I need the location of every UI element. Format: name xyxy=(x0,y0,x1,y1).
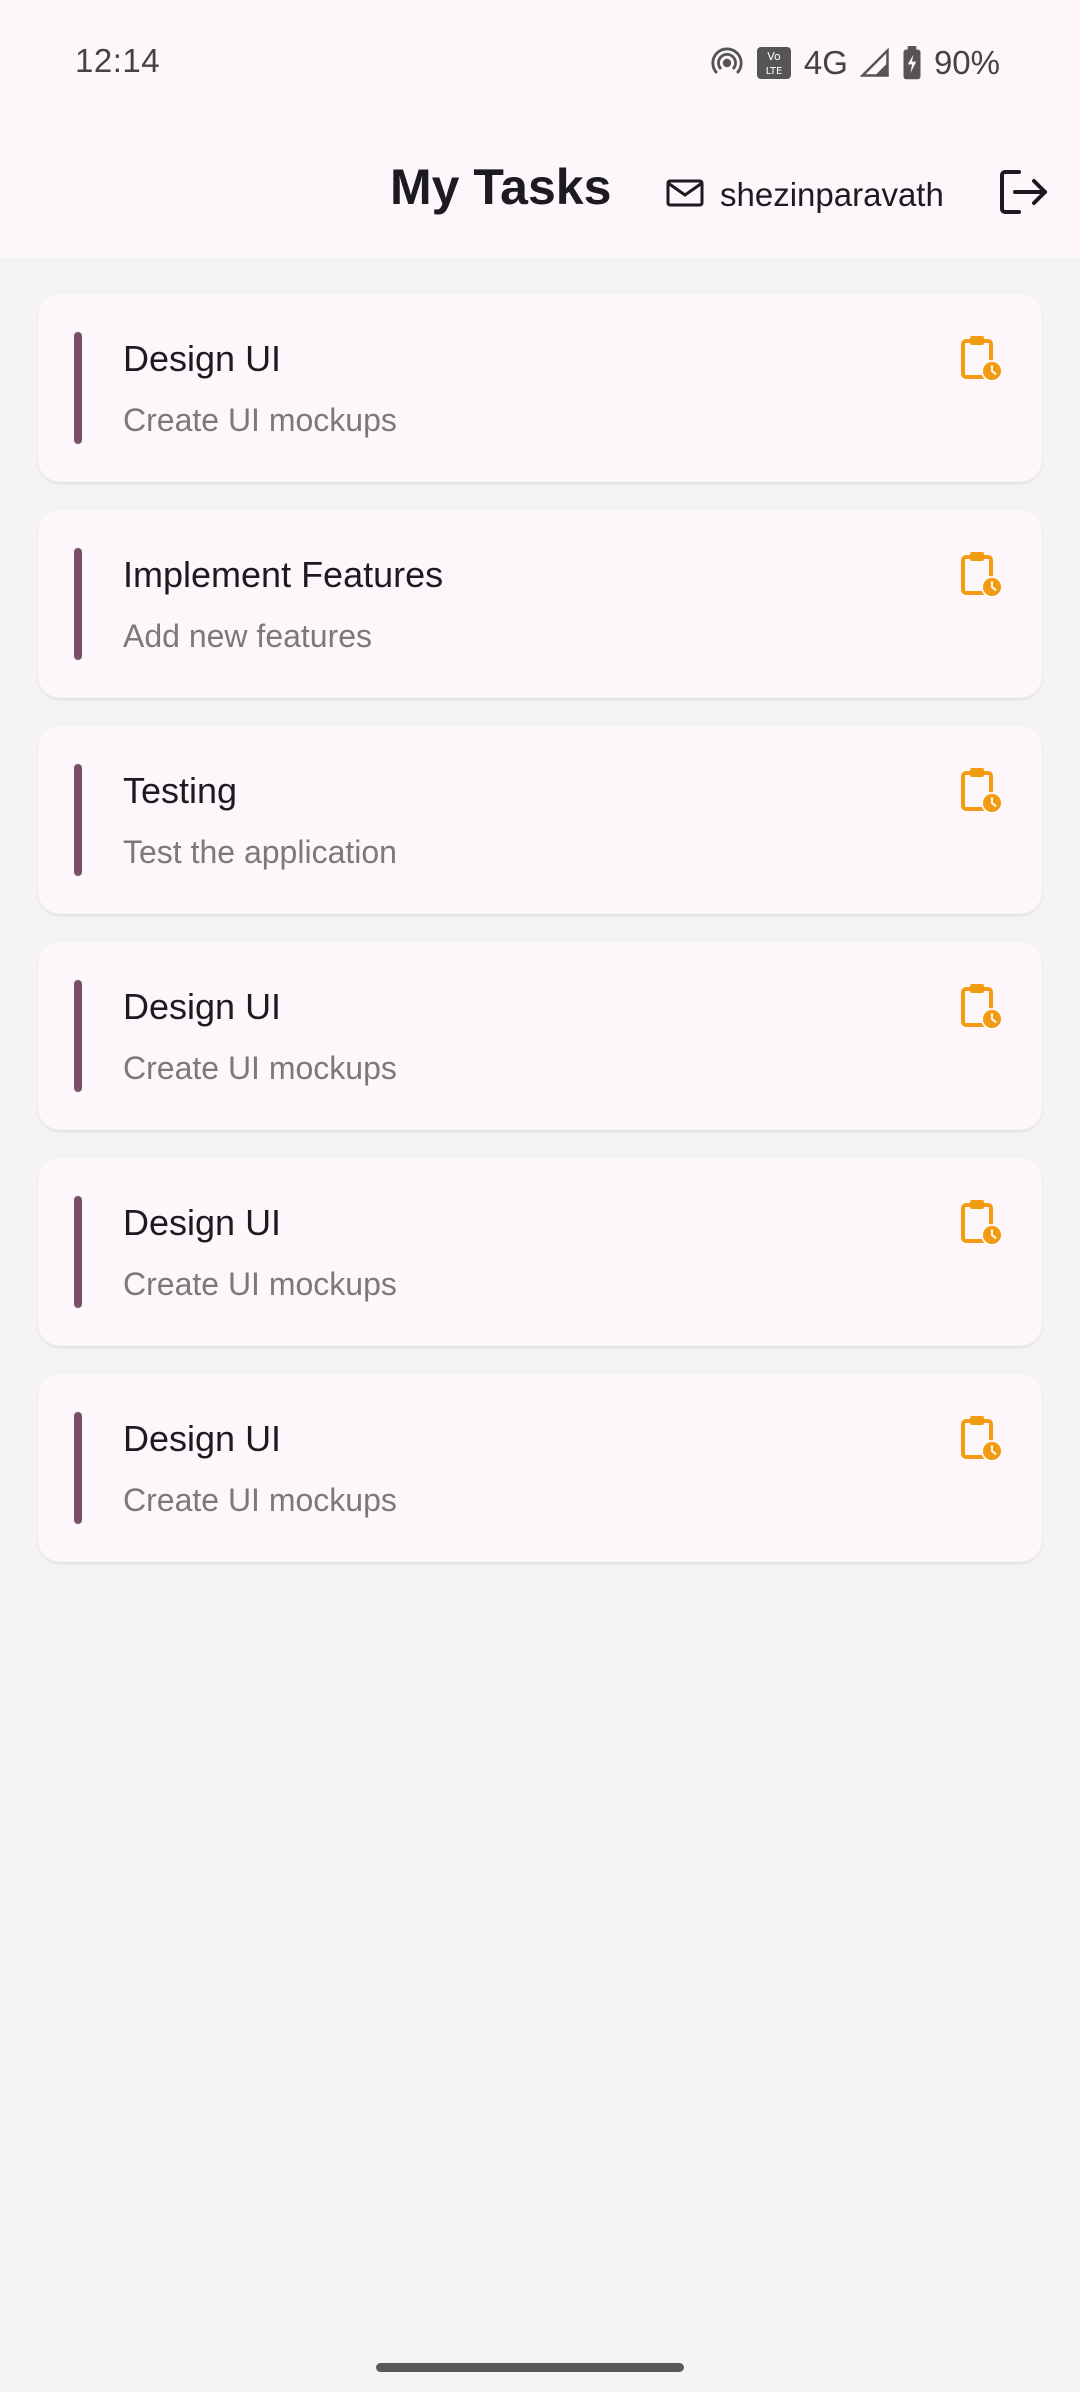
hotspot-icon xyxy=(710,46,744,80)
task-card[interactable]: Implement Features Add new features xyxy=(38,510,1042,698)
svg-text:LTE: LTE xyxy=(766,66,783,77)
clipboard-clock-icon xyxy=(960,334,1004,384)
clipboard-clock-icon xyxy=(960,1198,1004,1248)
task-description: Create UI mockups xyxy=(123,402,397,438)
home-indicator[interactable] xyxy=(376,2363,684,2372)
task-accent-bar xyxy=(74,548,82,660)
task-accent-bar xyxy=(74,1196,82,1308)
task-accent-bar xyxy=(74,1412,82,1524)
svg-text:Vo: Vo xyxy=(767,50,781,63)
task-title: Testing xyxy=(123,770,238,811)
task-accent-bar xyxy=(74,980,82,1092)
clipboard-clock-icon xyxy=(960,982,1004,1032)
battery-charging-icon xyxy=(902,46,922,80)
user-info: shezinparavath xyxy=(666,170,944,220)
task-description: Test the application xyxy=(123,834,397,870)
task-title: Design UI xyxy=(123,986,282,1027)
battery-level: 90% xyxy=(933,44,1000,81)
status-time: 12:14 xyxy=(75,42,161,79)
top-app-area: 12:14 Vo LTE 4G 90% My Tasks shezinparav… xyxy=(0,0,1080,258)
task-title: Design UI xyxy=(123,1202,282,1243)
clipboard-clock-icon xyxy=(960,766,1004,816)
clipboard-clock-icon xyxy=(960,550,1004,600)
task-card[interactable]: Design UI Create UI mockups xyxy=(38,1374,1042,1562)
network-type: 4G xyxy=(803,44,848,81)
task-description: Create UI mockups xyxy=(123,1266,397,1302)
app-bar: My Tasks shezinparavath xyxy=(0,130,1080,258)
mail-icon xyxy=(666,178,704,213)
status-icons: Vo LTE 4G 90% xyxy=(710,38,1000,88)
task-card[interactable]: Design UI Create UI mockups xyxy=(38,294,1042,482)
task-card[interactable]: Testing Test the application xyxy=(38,726,1042,914)
task-list: Design UI Create UI mockups Implement Fe… xyxy=(38,294,1042,1590)
task-description: Add new features xyxy=(123,618,373,654)
logout-button[interactable] xyxy=(996,166,1052,222)
clipboard-clock-icon xyxy=(960,1414,1004,1464)
task-description: Create UI mockups xyxy=(123,1482,397,1518)
volte-icon: Vo LTE xyxy=(756,46,792,80)
task-title: Implement Features xyxy=(123,554,444,595)
task-title: Design UI xyxy=(123,1418,282,1459)
task-accent-bar xyxy=(74,332,82,444)
logout-icon xyxy=(999,169,1049,220)
user-name: shezinparavath xyxy=(720,176,944,213)
task-description: Create UI mockups xyxy=(123,1050,397,1086)
task-title: Design UI xyxy=(123,338,282,379)
task-card[interactable]: Design UI Create UI mockups xyxy=(38,942,1042,1130)
page-title: My Tasks xyxy=(390,159,612,215)
signal-icon xyxy=(859,48,890,78)
task-card[interactable]: Design UI Create UI mockups xyxy=(38,1158,1042,1346)
status-bar: 12:14 Vo LTE 4G 90% xyxy=(0,0,1080,130)
task-accent-bar xyxy=(74,764,82,876)
